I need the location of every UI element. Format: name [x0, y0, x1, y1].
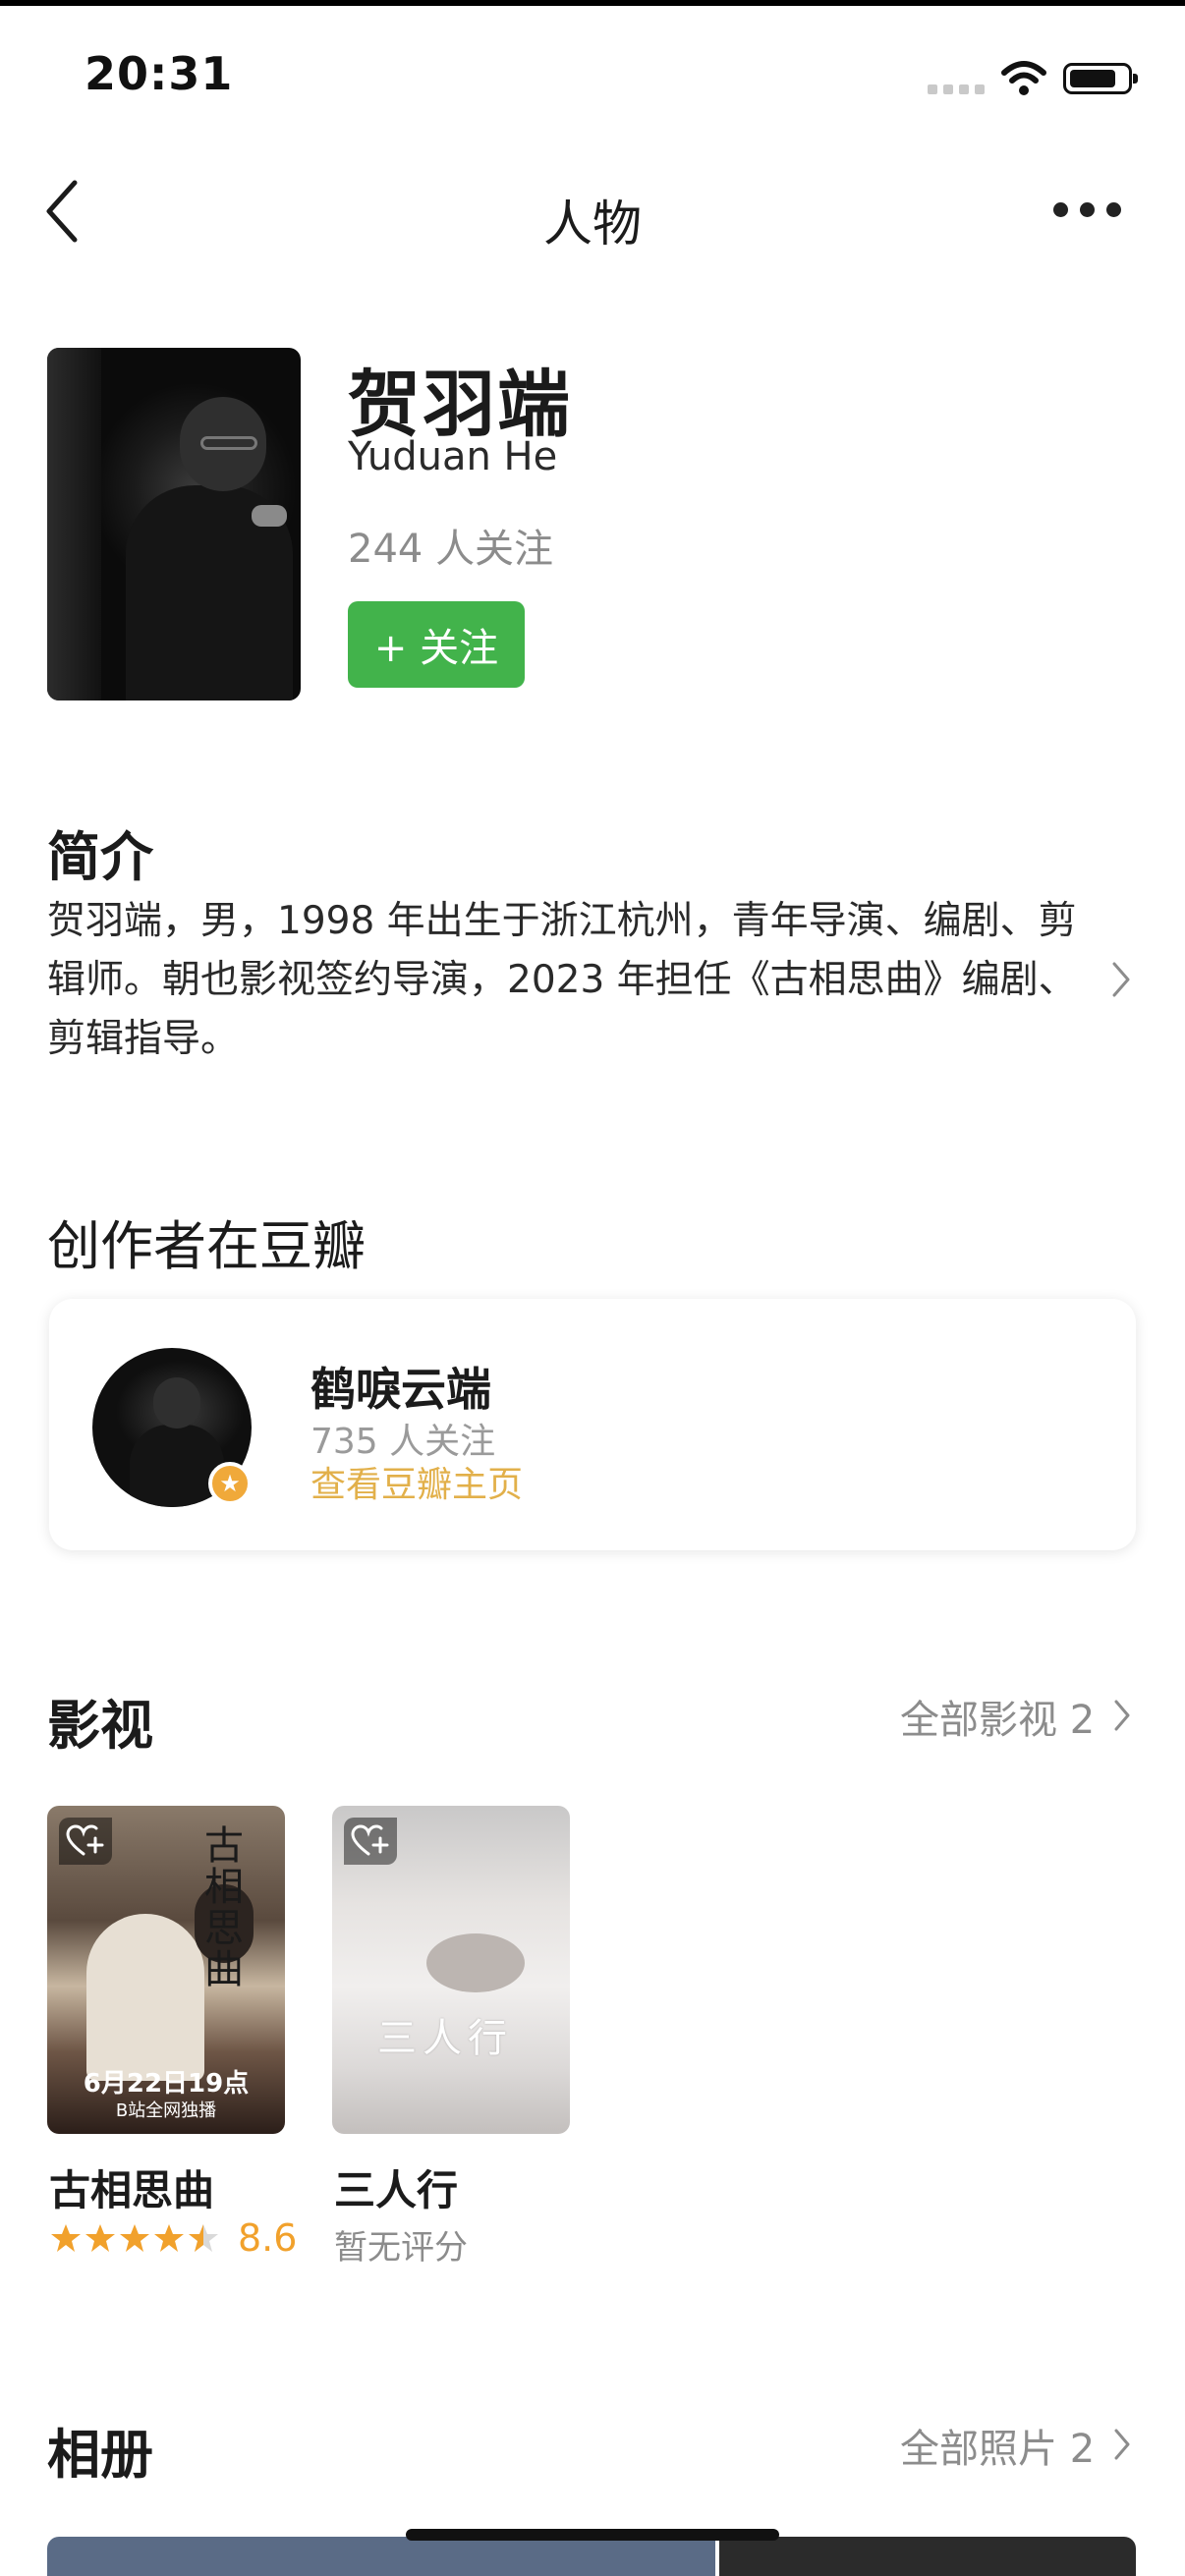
movie-title[interactable]: 古相思曲 [49, 2157, 214, 2217]
rating-stars-icon [51, 2224, 218, 2252]
movie-poster[interactable]: 古相思曲 6月22日19点 B站全网独播 [47, 1806, 285, 2134]
chevron-right-icon[interactable] [1108, 958, 1134, 1001]
no-rating-text: 暂无评分 [334, 2228, 468, 2268]
poster-date: 6月22日19点 [83, 2069, 250, 2099]
chevron-right-icon[interactable] [1110, 1696, 1134, 1735]
movies-heading: 影视 [47, 1695, 153, 1757]
follow-button[interactable]: + 关注 [348, 601, 525, 688]
poster-title: 三人行 [377, 2016, 513, 2061]
battery-icon [1063, 63, 1138, 94]
poster-subtitle: B站全网独播 [115, 2100, 217, 2121]
status-time: 20:31 [85, 47, 234, 100]
heart-plus-icon[interactable] [344, 1818, 397, 1865]
creator-heading: 创作者在豆瓣 [47, 1215, 366, 1277]
poster-title: 古相思曲 [204, 1823, 244, 1992]
follower-count: 244 人关注 [348, 527, 554, 572]
intro-text[interactable]: 贺羽端，男，1998 年出生于浙江杭州，青年导演、编剧、剪辑师。朝也影视签约导演… [47, 892, 1089, 1069]
intro-heading: 简介 [47, 826, 153, 888]
signal-icon [928, 84, 987, 94]
album-heading: 相册 [47, 2424, 153, 2486]
all-photos-link[interactable]: 全部照片 2 [900, 2417, 1095, 2474]
album-photo[interactable] [47, 2537, 715, 2576]
top-edge [0, 0, 1185, 6]
rating-score: 8.6 [238, 2216, 298, 2260]
chevron-right-icon[interactable] [1110, 2425, 1134, 2464]
person-name-en: Yuduan He [348, 434, 558, 479]
all-movies-link[interactable]: 全部影视 2 [900, 1688, 1095, 1745]
creator-name[interactable]: 鹤唳云端 [310, 1354, 491, 1419]
home-indicator[interactable] [406, 2529, 779, 2541]
page-title: 人物 [543, 196, 642, 252]
movie-poster[interactable]: 三人行 [332, 1806, 570, 2134]
heart-plus-icon[interactable] [59, 1818, 112, 1865]
wifi-icon [1001, 61, 1046, 95]
creator-homepage-link[interactable]: 查看豆瓣主页 [310, 1456, 523, 1507]
more-dots-icon[interactable] [1053, 202, 1122, 218]
album-photo[interactable] [719, 2537, 1136, 2576]
movie-title[interactable]: 三人行 [334, 2157, 458, 2217]
person-portrait[interactable] [47, 348, 301, 700]
star-badge-icon: ★ [208, 1462, 252, 1505]
